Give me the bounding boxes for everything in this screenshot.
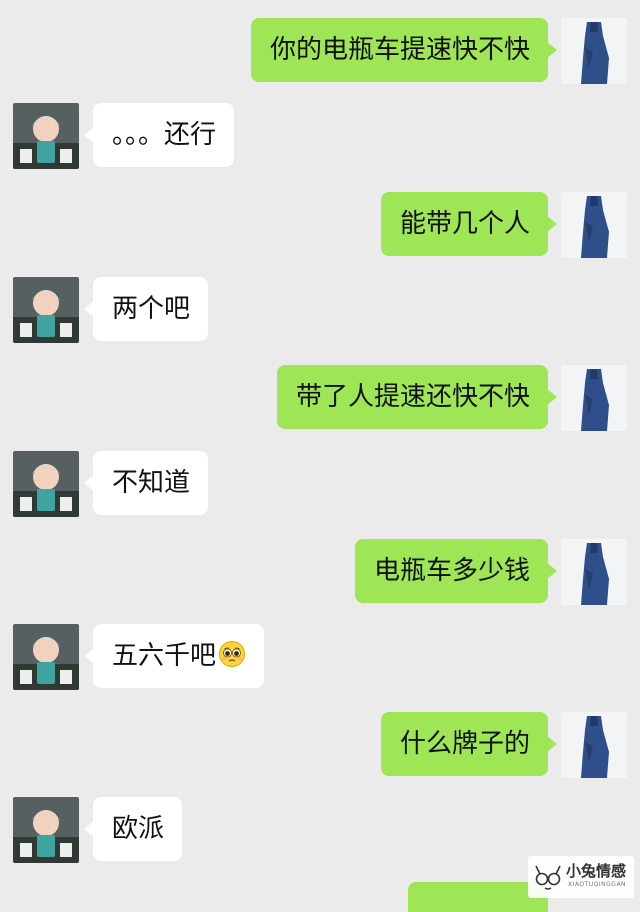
watermark-subtitle: XIAOTUQINGGAN — [568, 881, 627, 888]
message-bubble-incoming[interactable]: 欧派 — [83, 797, 183, 861]
message-bubble-incoming[interactable]: 不知道 — [83, 451, 209, 515]
message-row: 两个吧 — [0, 277, 640, 347]
avatar[interactable] — [561, 18, 627, 84]
message-bubble-outgoing[interactable]: 带了人提速还快不快 — [276, 365, 558, 429]
message-row: 什么牌子的 — [0, 712, 640, 782]
avatar[interactable] — [13, 451, 79, 517]
message-bubble-outgoing[interactable]: 能带几个人 — [380, 192, 558, 256]
message-bubble-incoming[interactable]: 两个吧 — [83, 277, 209, 341]
message-row: 电瓶车多少钱 — [0, 539, 640, 609]
message-row: 你的电瓶车提速快不快 — [0, 18, 640, 88]
watermark-title: 小兔情感 — [566, 862, 627, 880]
message-bubble-outgoing[interactable]: 你的电瓶车提速快不快 — [250, 18, 558, 82]
message-text: 五六千吧 — [112, 641, 217, 671]
avatar[interactable] — [13, 624, 79, 690]
message-bubble-outgoing[interactable]: 什么牌子的 — [380, 712, 558, 776]
avatar[interactable] — [561, 712, 627, 778]
avatar[interactable] — [13, 797, 79, 863]
watermark: 小兔情感 XIAOTUQINGGAN — [528, 856, 634, 898]
message-bubble-outgoing[interactable]: 电瓶车多少钱 — [354, 539, 558, 603]
avatar[interactable] — [561, 539, 627, 605]
rabbit-logo-icon — [535, 865, 561, 890]
message-row: 带了人提速还快不快 — [0, 365, 640, 435]
pleading-face-emoji-icon — [218, 628, 246, 667]
avatar[interactable] — [13, 277, 79, 343]
message-bubble-outgoing-partial[interactable] — [408, 882, 548, 912]
message-bubble-incoming[interactable]: 。。。还行 — [83, 103, 235, 167]
avatar[interactable] — [561, 365, 627, 431]
avatar[interactable] — [561, 192, 627, 258]
message-bubble-incoming[interactable]: 五六千吧 — [83, 624, 265, 688]
message-row: 能带几个人 — [0, 192, 640, 262]
message-row: 五六千吧 — [0, 624, 640, 694]
avatar[interactable] — [13, 103, 79, 169]
message-row: 。。。还行 — [0, 103, 640, 173]
message-row: 不知道 — [0, 451, 640, 521]
